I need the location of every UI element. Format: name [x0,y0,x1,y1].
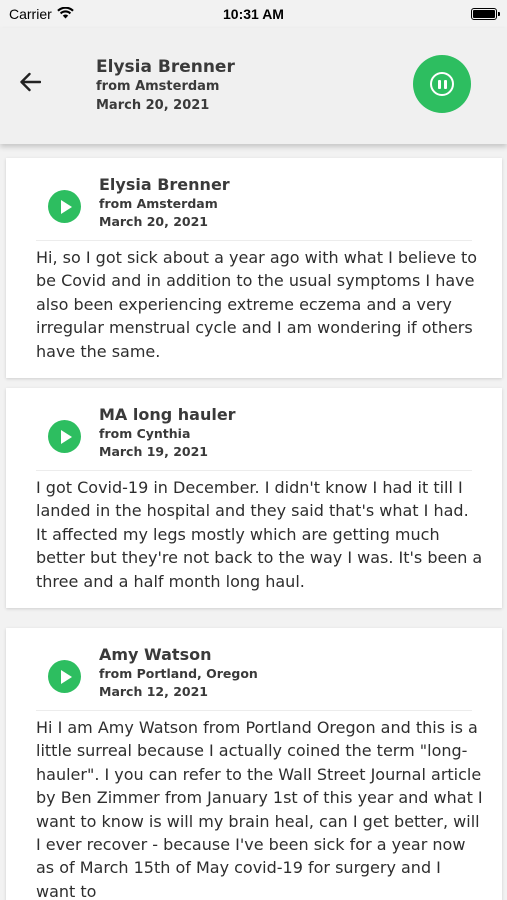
story-author: Elysia Brenner [99,175,230,194]
carrier-label: Carrier [9,6,52,22]
play-button[interactable] [48,660,81,693]
now-playing-info: Elysia Brenner from Amsterdam March 20, … [96,57,235,115]
battery-icon [471,8,500,20]
story-card[interactable]: MA long hauler from Cynthia March 19, 20… [6,388,502,608]
story-date: March 12, 2021 [99,684,208,699]
play-button[interactable] [48,420,81,453]
story-header: Amy Watson from Portland, Oregon March 1… [6,628,502,710]
play-icon [60,199,72,214]
story-date: March 19, 2021 [99,444,208,459]
story-meta: Elysia Brenner from Amsterdam March 20, … [99,175,230,231]
story-author: Amy Watson [99,645,212,664]
story-card[interactable]: Elysia Brenner from Amsterdam March 20, … [6,158,502,378]
story-card[interactable]: Amy Watson from Portland, Oregon March 1… [6,628,502,900]
pause-button[interactable] [413,55,471,113]
story-text: I got Covid-19 in December. I didn't kno… [36,478,483,591]
story-meta: Amy Watson from Portland, Oregon March 1… [99,645,258,701]
story-text: Hi, so I got sick about a year ago with … [36,248,478,361]
play-icon [60,429,72,444]
player-header: Elysia Brenner from Amsterdam March 20, … [0,28,507,144]
pause-icon [430,72,454,96]
story-location: from Portland, Oregon [99,666,258,681]
story-date: March 20, 2021 [99,214,208,229]
carrier-group: Carrier [9,6,74,22]
play-button[interactable] [48,190,81,223]
arrow-left-icon [20,72,41,92]
divider [36,710,472,711]
play-icon [60,669,72,684]
story-location: from Cynthia [99,426,191,441]
story-meta: MA long hauler from Cynthia March 19, 20… [99,405,236,461]
wifi-icon [56,6,74,22]
now-playing-date: March 20, 2021 [96,98,210,113]
story-header: MA long hauler from Cynthia March 19, 20… [6,388,502,470]
story-header: Elysia Brenner from Amsterdam March 20, … [6,158,502,240]
status-time: 10:31 AM [223,6,284,22]
divider [36,240,472,241]
story-text: Hi I am Amy Watson from Portland Oregon … [36,718,483,900]
now-playing-name: Elysia Brenner [96,57,235,77]
story-location: from Amsterdam [99,196,218,211]
status-bar: Carrier 10:31 AM [0,0,507,28]
back-button[interactable] [14,66,46,98]
now-playing-location: from Amsterdam [96,79,220,94]
divider [36,470,472,471]
story-author: MA long hauler [99,405,236,424]
